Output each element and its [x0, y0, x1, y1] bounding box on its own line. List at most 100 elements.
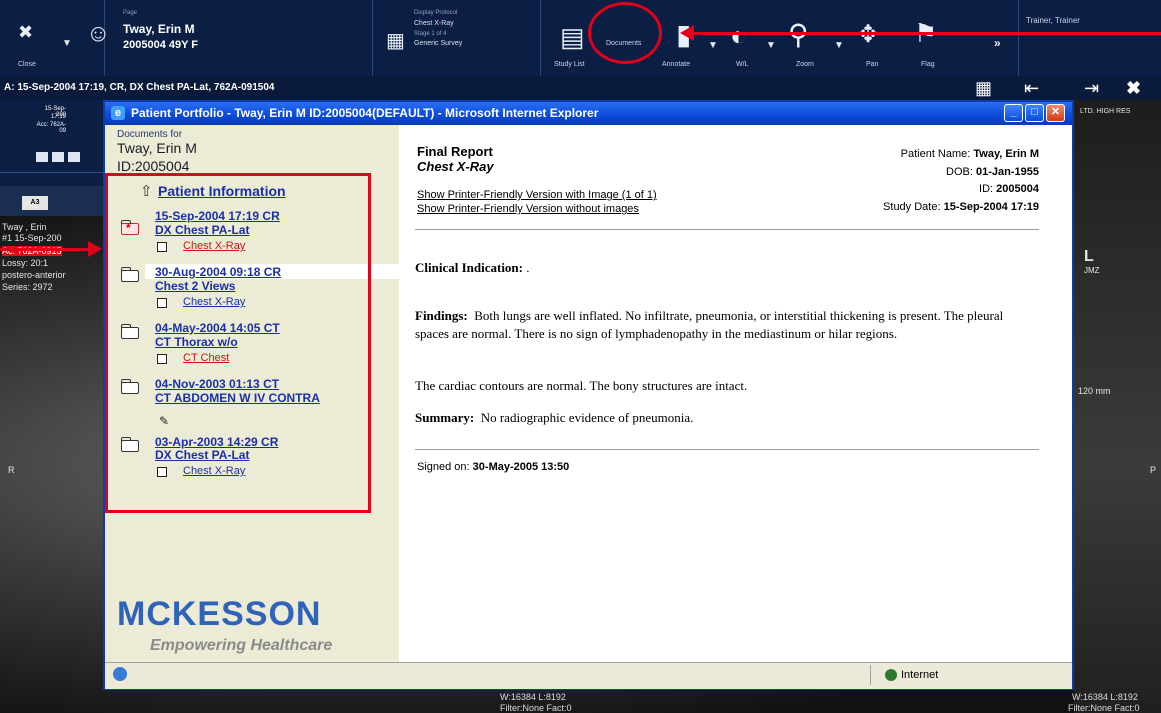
documents-highlight-circle	[588, 2, 662, 64]
study-list-icon[interactable]: ▤	[560, 22, 585, 53]
minimize-button[interactable]: _	[1004, 104, 1023, 122]
signed-on-label: Signed on:	[417, 461, 470, 473]
display-protocol-name: Chest X-Ray	[414, 20, 454, 27]
previous-series-icon[interactable]: ⇤	[1024, 78, 1039, 98]
documents-highlight-box	[105, 173, 371, 513]
window-title-bar[interactable]: e Patient Portfolio - Tway, Erin M ID:20…	[105, 102, 1072, 125]
meta-patient-name-value: Tway, Erin M	[973, 148, 1039, 160]
annotate-label[interactable]: Annotate	[662, 61, 690, 68]
display-stage: Stage 1 of 4	[414, 31, 447, 37]
thumb-scroll[interactable]	[0, 172, 104, 187]
meta-study-date: Study Date: 15-Sep-2004 17:19	[789, 201, 1039, 213]
signed-on-date: 30-May-2005 13:50	[472, 461, 570, 473]
window-level-icon[interactable]: ◐	[730, 20, 747, 52]
report-subtitle: Chest X-Ray	[417, 159, 494, 174]
user-section[interactable]: Trainer, Trainer	[1018, 0, 1161, 76]
documents-pane: Documents for Tway, Erin M ID:2005004 ⇧ …	[105, 125, 399, 662]
window-level-label[interactable]: W/L	[736, 61, 748, 68]
grid-layout-icon[interactable]: ▦	[386, 28, 405, 53]
jmz-label: JMZ	[1084, 266, 1100, 275]
meta-id: ID: 2005004	[789, 183, 1039, 195]
overlay-r-label: R	[8, 465, 15, 475]
patient-id-age: 2005004 49Y F	[123, 39, 199, 51]
status-separator	[870, 665, 871, 685]
exit-icon[interactable]: ✖	[1126, 78, 1141, 98]
thumb-button[interactable]	[52, 152, 64, 162]
meta-id-label: ID:	[979, 183, 994, 195]
display-protocol-section[interactable]: ▦ Display Protocol Chest X-Ray Stage 1 o…	[372, 0, 541, 76]
zoom-label[interactable]: Zoom	[796, 61, 814, 68]
internet-zone-icon	[885, 669, 897, 681]
findings: Findings: Both lungs are well inflated. …	[415, 307, 1039, 343]
viewport-tab-row	[0, 186, 104, 216]
findings-text: Both lungs are well inflated. No infiltr…	[415, 308, 1004, 341]
clinical-indication-label: Clinical Indication:	[415, 260, 523, 275]
series-bar: A: 15-Sep-2004 17:19, CR, DX Chest PA-La…	[0, 76, 1161, 100]
flag-label[interactable]: Flag	[921, 61, 935, 68]
thumb-button[interactable]	[68, 152, 80, 162]
chevron-down-icon[interactable]: ▼	[62, 38, 72, 49]
thumb-button[interactable]	[36, 152, 48, 162]
filter-center: Filter:None Fact:0	[500, 703, 572, 713]
ie-icon: e	[111, 106, 125, 120]
thumb-acc: Acc: 762A-09	[36, 122, 66, 134]
summary-text: No radiographic evidence of pneumonia.	[480, 410, 694, 425]
pan-label[interactable]: Pan	[866, 61, 878, 68]
meta-id-value: 2005004	[996, 183, 1039, 195]
patient-icon[interactable]: ☺	[86, 20, 111, 48]
xray-right-viewport[interactable]	[1074, 100, 1161, 713]
portfolio-patient-name: Tway, Erin M	[117, 140, 197, 156]
summary: Summary: No radiographic evidence of pne…	[415, 409, 1039, 427]
close-study-icon[interactable]: ✖	[18, 22, 33, 43]
close-button[interactable]: ✕	[1046, 104, 1065, 122]
documents-for-label: Documents for	[117, 129, 183, 140]
findings-label: Findings:	[415, 308, 468, 323]
chevron-down-icon[interactable]: ▼	[766, 40, 776, 51]
more-tools-icon[interactable]: »	[994, 36, 1001, 50]
printer-friendly-with-image-link[interactable]: Show Printer-Friendly Version with Image…	[417, 189, 657, 201]
overlay-view: postero-anterior	[2, 270, 66, 280]
wl-center: W:16384 L:8192	[500, 692, 566, 702]
meta-study-date-value: 15-Sep-2004 17:19	[943, 201, 1039, 213]
right-thumb-label: LTD. HIGH RES	[1080, 108, 1131, 115]
mckesson-logo: MCKESSON	[117, 595, 322, 633]
meta-dob: DOB: 01-Jan-1955	[789, 166, 1039, 178]
divider	[415, 229, 1039, 230]
clinical-indication-text: .	[526, 260, 530, 275]
cardiac-text: The cardiac contours are normal. The bon…	[415, 378, 748, 393]
window-title: Patient Portfolio - Tway, Erin M ID:2005…	[131, 106, 599, 120]
wl-right: W:16384 L:8192	[1072, 692, 1138, 702]
meta-dob-value: 01-Jan-1955	[976, 166, 1039, 178]
chevron-down-icon[interactable]: ▼	[708, 40, 718, 51]
thumbnail-panel: 15-Sep-200 17:19 Acc: 762A-09	[0, 100, 104, 172]
overlay-lossy: Lossy: 20:1	[2, 258, 49, 268]
thumb-time: 17:19	[50, 114, 66, 120]
patient-section: ☺ Page Tway, Erin M 2005004 49Y F	[86, 0, 373, 76]
layout-grid-icon[interactable]: ▦	[975, 78, 992, 98]
divider	[415, 449, 1039, 450]
report-title: Final Report	[417, 144, 493, 159]
next-series-icon[interactable]: ⇥	[1084, 78, 1099, 98]
meta-dob-label: DOB:	[946, 166, 973, 178]
signed-on: Signed on: 30-May-2005 13:50	[417, 461, 569, 473]
internet-zone-label: Internet	[901, 669, 939, 681]
mckesson-tagline: Empowering Healthcare	[150, 637, 333, 654]
report-pane: Final Report Chest X-Ray Show Printer-Fr…	[399, 125, 1072, 662]
close-label[interactable]: Close	[18, 61, 36, 68]
overlay-name: Tway , Erin	[2, 222, 47, 232]
portfolio-patient-id: ID:2005004	[117, 158, 190, 174]
patient-portfolio-window: e Patient Portfolio - Tway, Erin M ID:20…	[103, 100, 1074, 690]
printer-friendly-without-images-link[interactable]: Show Printer-Friendly Version without im…	[417, 203, 639, 215]
l-marker: L	[1084, 248, 1094, 265]
scale-label: 120 mm	[1078, 386, 1111, 396]
maximize-button[interactable]: □	[1025, 104, 1044, 122]
pacs-toolbar: ✖ ▼ Close ☺ Page Tway, Erin M 2005004 49…	[0, 0, 1161, 76]
display-protocol-label: Display Protocol	[414, 10, 458, 16]
patient-name: Tway, Erin M	[123, 22, 195, 36]
chevron-down-icon[interactable]: ▼	[834, 40, 844, 51]
page-status-icon	[113, 667, 127, 681]
annotation-arrow-left	[0, 241, 102, 257]
study-list-label[interactable]: Study List	[554, 61, 585, 68]
viewport-tab-a3[interactable]: A3	[22, 196, 48, 210]
display-survey: Generic Survey	[414, 40, 463, 47]
